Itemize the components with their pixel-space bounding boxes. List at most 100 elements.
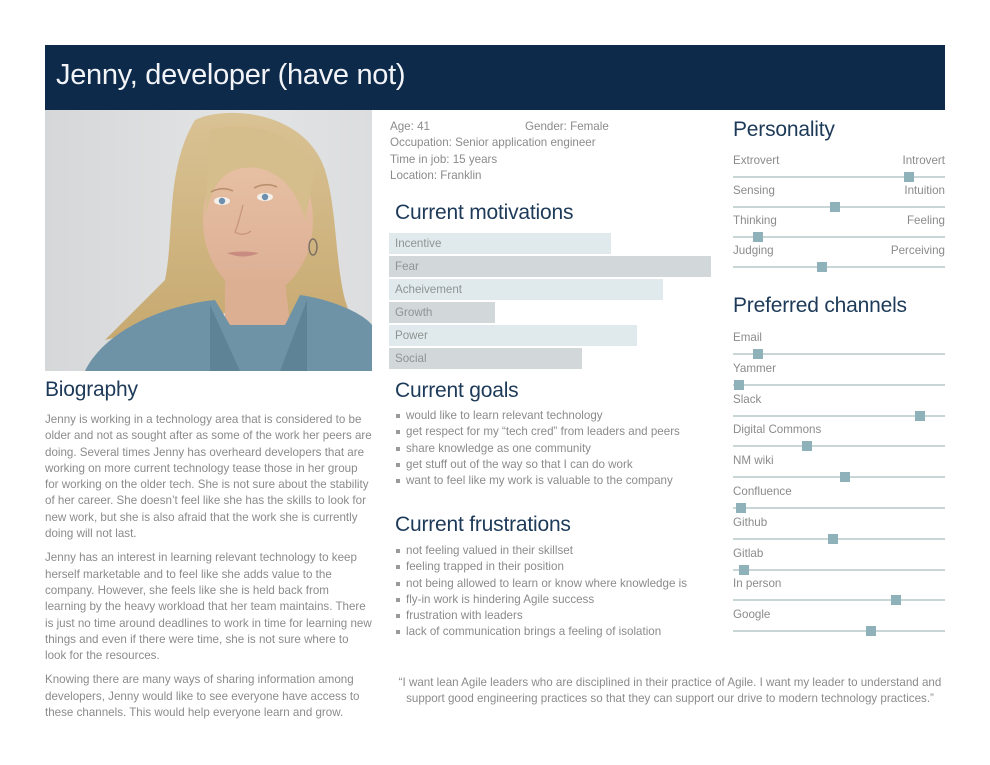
channel-track[interactable]: [733, 469, 945, 483]
scale-left-label: Thinking: [733, 214, 777, 227]
channel-track[interactable]: [733, 408, 945, 422]
personality-scale: Sensing Intuition: [733, 183, 945, 213]
channel-label-row: In person: [733, 576, 945, 592]
channel-track[interactable]: [733, 500, 945, 514]
scale-labels: Thinking Feeling: [733, 213, 945, 229]
scale-right-label: Intuition: [904, 184, 945, 197]
personality-heading: Personality: [733, 118, 835, 141]
goal-item: want to feel like my work is valuable to…: [396, 473, 726, 489]
personality-scale: Thinking Feeling: [733, 213, 945, 243]
channel-label: NM wiki: [733, 454, 774, 468]
scale-labels: Judging Perceiving: [733, 243, 945, 259]
channel-label-row: Google: [733, 607, 945, 623]
channel-scale: Email: [733, 330, 945, 360]
personality-scale: Judging Perceiving: [733, 243, 945, 273]
portrait-illustration: [45, 110, 372, 371]
persona-header: Jenny, developer (have not): [45, 45, 945, 110]
time-in-job-fact: Time in job: 15 years: [390, 152, 498, 166]
channel-label-row: Slack: [733, 392, 945, 408]
channel-track[interactable]: [733, 377, 945, 391]
channels-heading: Preferred channels: [733, 294, 907, 317]
scale-left-label: Sensing: [733, 184, 775, 197]
channel-label-row: Github: [733, 515, 945, 531]
channel-label-row: Email: [733, 330, 945, 346]
goals-heading: Current goals: [395, 379, 519, 402]
channel-label: Gitlab: [733, 546, 764, 560]
scale-knob[interactable]: [829, 202, 840, 212]
channel-track[interactable]: [733, 346, 945, 360]
scale-right-label: Introvert: [902, 154, 945, 167]
channel-knob[interactable]: [734, 379, 745, 390]
channel-scale: Yammer: [733, 361, 945, 391]
scale-left-label: Extrovert: [733, 154, 780, 167]
channel-track[interactable]: [733, 562, 945, 576]
scale-track[interactable]: [733, 169, 945, 183]
channel-scale: NM wiki: [733, 453, 945, 483]
scale-knob[interactable]: [753, 232, 764, 242]
motivation-bar: Incentive: [389, 233, 612, 254]
channel-scale: Slack: [733, 392, 945, 422]
biography-paragraph: Jenny is working in a technology area th…: [45, 413, 372, 541]
channel-knob[interactable]: [840, 472, 851, 483]
channel-knob[interactable]: [914, 410, 925, 421]
frustration-item: not feeling valued in their skillset: [396, 543, 726, 559]
scale-track[interactable]: [733, 259, 945, 273]
personality-scale: Extrovert Introvert: [733, 153, 945, 183]
biography-paragraph: Knowing there are many ways of sharing i…: [45, 673, 360, 720]
channel-knob[interactable]: [827, 533, 838, 544]
scale-track[interactable]: [733, 199, 945, 213]
channel-label: Yammer: [733, 361, 776, 375]
scale-knob[interactable]: [817, 262, 828, 272]
channel-label: Slack: [733, 392, 762, 406]
channel-label: Email: [733, 331, 762, 344]
scale-labels: Extrovert Introvert: [733, 153, 945, 169]
channel-label-row: Yammer: [733, 361, 945, 377]
channel-track[interactable]: [733, 531, 945, 545]
biography-heading: Biography: [45, 378, 138, 401]
channel-label: In person: [733, 577, 782, 591]
scale-track[interactable]: [733, 229, 945, 243]
channel-scale: Digital Commons: [733, 422, 945, 452]
channel-knob[interactable]: [802, 441, 813, 452]
motivation-bar: Power: [389, 325, 637, 346]
channel-scale: Gitlab: [733, 546, 945, 576]
channel-track[interactable]: [733, 438, 945, 452]
scale-labels: Sensing Intuition: [733, 183, 945, 199]
motivations-heading: Current motivations: [395, 201, 574, 224]
motivation-bar: Growth: [389, 302, 496, 323]
channel-label-row: Digital Commons: [733, 422, 945, 438]
biography-paragraph: Jenny has an interest in learning releva…: [45, 551, 372, 663]
channel-scale: In person: [733, 576, 945, 606]
channel-label: Digital Commons: [733, 423, 822, 437]
persona-facts: Age: 41 Gender: Female Occupation: Senio…: [390, 119, 720, 184]
channel-knob[interactable]: [736, 502, 747, 513]
channel-knob[interactable]: [891, 595, 902, 606]
scale-right-label: Perceiving: [890, 244, 945, 257]
channel-track[interactable]: [733, 623, 945, 637]
motivations-bars: Incentive Fear Acheivement Growth Power Socia…: [389, 233, 711, 371]
channel-label-row: Gitlab: [733, 546, 945, 562]
frustrations-list: not feeling valued in their skillset feel…: [396, 543, 726, 641]
channel-label-row: NM wiki: [733, 453, 945, 469]
scale-left-label: Judging: [733, 244, 774, 257]
motivation-bar: Acheivement: [389, 279, 663, 300]
channel-track[interactable]: [733, 592, 945, 606]
occupation-fact: Occupation: Senior application engineer: [390, 136, 596, 150]
personality-scales: Extrovert Introvert Sensing Intuition Thinki…: [733, 153, 945, 273]
gender-fact: Gender: Female: [525, 120, 609, 133]
frustration-item: fly-in work is hindering Agile success: [396, 592, 726, 608]
channel-knob[interactable]: [865, 626, 876, 637]
frustration-item: lack of communication brings a feeling o…: [396, 624, 726, 640]
channel-label: Github: [733, 515, 768, 529]
channel-knob[interactable]: [753, 349, 764, 359]
persona-photo: [45, 110, 372, 371]
channels-scales: Email Yammer Slack Digital Commons NM wiki Co…: [733, 330, 945, 638]
channel-knob[interactable]: [738, 564, 749, 575]
goals-list: would like to learn relevant technology g…: [396, 408, 726, 489]
goal-item: would like to learn relevant technology: [396, 408, 726, 424]
frustration-item: frustration with leaders: [396, 608, 726, 624]
channel-label: Google: [733, 608, 771, 622]
channel-scale: Github: [733, 515, 945, 545]
channel-label: Confluence: [733, 484, 792, 498]
scale-knob[interactable]: [903, 172, 914, 182]
